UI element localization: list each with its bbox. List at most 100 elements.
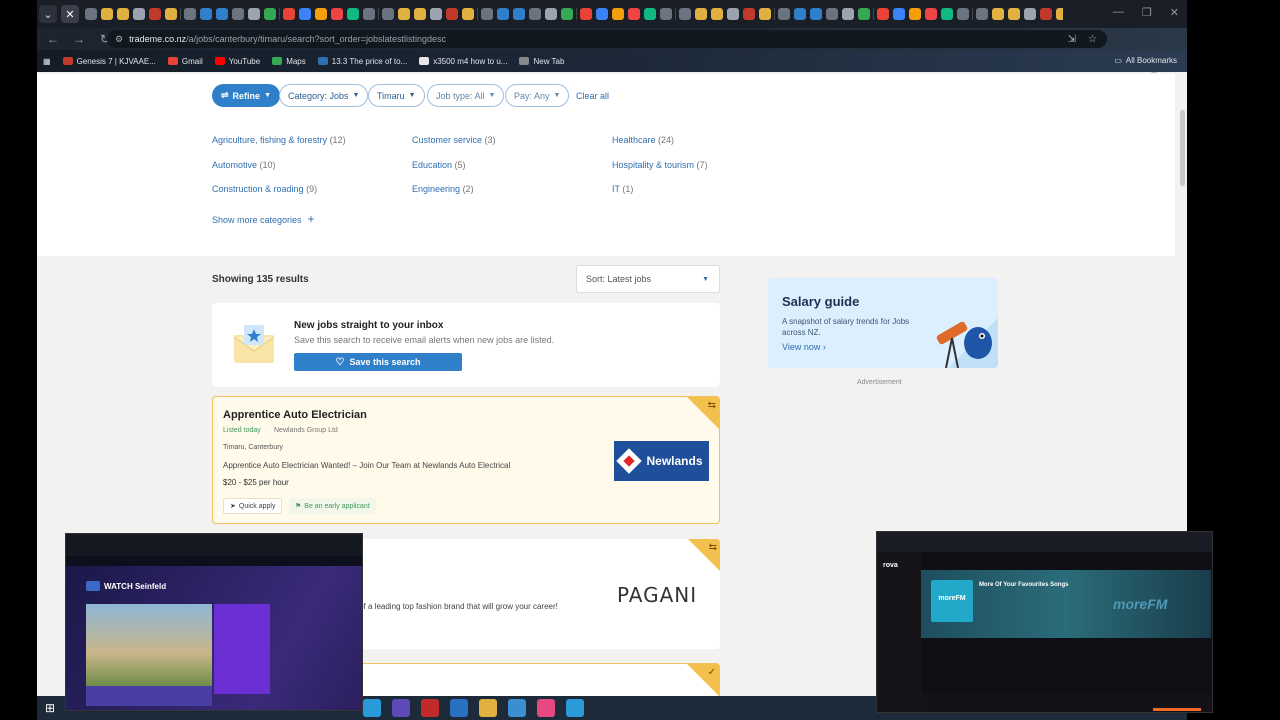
pinned-tab-favicon[interactable] (858, 8, 870, 20)
pinned-tab-favicon[interactable] (216, 8, 228, 20)
pinned-tab-favicon[interactable] (842, 8, 854, 20)
pinned-tab-favicon[interactable] (85, 8, 97, 20)
pinned-tab-favicon[interactable] (481, 8, 493, 20)
pinned-tab-favicon[interactable] (283, 8, 295, 20)
pinned-tab-favicon[interactable] (414, 8, 426, 20)
all-bookmarks[interactable]: ▭ All Bookmarks (1114, 56, 1177, 65)
bookmark-x3500[interactable]: x3500 m4 how to u... (419, 57, 507, 66)
salary-guide-ad[interactable]: Salary guide A snapshot of salary trends… (768, 278, 998, 368)
telegram-icon[interactable] (363, 699, 381, 717)
view-now-link[interactable]: View now › (782, 342, 826, 352)
pinned-tab-favicon[interactable] (299, 8, 311, 20)
pip-episode-strip[interactable] (86, 686, 212, 706)
pinned-tab-favicon[interactable] (679, 8, 691, 20)
pinned-tab-favicon[interactable] (992, 8, 1004, 20)
pinned-tab-favicon[interactable] (101, 8, 113, 20)
pinned-tab-favicon[interactable] (529, 8, 541, 20)
pinned-tab-favicon[interactable] (347, 8, 359, 20)
category-link[interactable]: Hospitality & tourism (7) (612, 160, 708, 170)
pinned-tab-favicon[interactable] (545, 8, 557, 20)
category-link[interactable]: Healthcare (24) (612, 135, 674, 145)
folder-icon[interactable] (479, 699, 497, 717)
pinned-tab-favicon[interactable] (1056, 8, 1063, 20)
pinned-tab-favicon[interactable] (794, 8, 806, 20)
pinned-tab-favicon[interactable] (695, 8, 707, 20)
pinned-tab-favicon[interactable] (133, 8, 145, 20)
pinned-tab-favicon[interactable] (497, 8, 509, 20)
pinned-tab-favicon[interactable] (165, 8, 177, 20)
pinned-tab-favicon[interactable] (826, 8, 838, 20)
bookmark-gmail[interactable]: Gmail (167, 57, 203, 66)
save-search-button[interactable]: ♡ Save this search (294, 353, 462, 371)
pinned-tab-favicon[interactable] (462, 8, 474, 20)
job-type-filter[interactable]: Job type: All ▼ (427, 84, 505, 107)
category-link[interactable]: Customer service (3) (412, 135, 496, 145)
pinned-tab-favicon[interactable] (315, 8, 327, 20)
site-info-icon[interactable]: ⚙ (115, 34, 123, 45)
address-bar[interactable]: ⚙ trademe.co.nz /a/jobs/canterbury/timar… (107, 30, 1107, 48)
pinned-tab-favicon[interactable] (976, 8, 988, 20)
pip-window-left[interactable]: WATCH Seinfeld (65, 533, 363, 711)
pinned-tab-favicon[interactable] (149, 8, 161, 20)
pinned-tab-favicon[interactable] (363, 8, 375, 20)
category-link[interactable]: Engineering (2) (412, 184, 474, 194)
install-icon[interactable]: ⇲ (1068, 34, 1076, 45)
category-filter[interactable]: Category: Jobs ▼ (279, 84, 369, 107)
pip-progress-bar[interactable] (1153, 708, 1201, 711)
pinned-tab-favicon[interactable] (264, 8, 276, 20)
pinned-tab-favicon[interactable] (727, 8, 739, 20)
close-tab-icon[interactable]: ✕ (61, 5, 79, 23)
windows-start-icon[interactable]: ⊞ (45, 701, 55, 715)
pinned-tab-favicon[interactable] (644, 8, 656, 20)
mail-icon[interactable] (450, 699, 468, 717)
pinned-tab-favicon[interactable] (596, 8, 608, 20)
pinned-tab-favicon[interactable] (513, 8, 525, 20)
pinned-tab-favicon[interactable] (660, 8, 672, 20)
pinned-tab-favicon[interactable] (248, 8, 260, 20)
category-link[interactable]: Construction & roading (9) (212, 184, 317, 194)
pinned-tab-favicon[interactable] (810, 8, 822, 20)
category-link[interactable]: Education (5) (412, 160, 466, 170)
bookmark-star-icon[interactable]: ☆ (1088, 34, 1097, 45)
back-icon[interactable]: ← (43, 32, 63, 46)
tab-search-icon[interactable]: ⌄ (39, 5, 57, 23)
apps-icon[interactable]: ▦ (43, 57, 51, 66)
pinned-tab-favicon[interactable] (1040, 8, 1052, 20)
clear-all-link[interactable]: Clear all (576, 91, 609, 101)
refine-button[interactable]: ⇌ Refine ▼ (212, 84, 280, 107)
pinned-tab-favicon[interactable] (759, 8, 771, 20)
maximize-icon[interactable]: ❐ (1142, 6, 1152, 19)
pip-window-right[interactable]: rova moreFM More Of Your Favourites Song… (876, 531, 1213, 713)
app-icon[interactable] (421, 699, 439, 717)
page-scrollbar[interactable] (1180, 110, 1185, 186)
pinned-tab-favicon[interactable] (382, 8, 394, 20)
pinned-tab-favicon[interactable] (628, 8, 640, 20)
pinned-tab-favicon[interactable] (430, 8, 442, 20)
telegram-icon[interactable] (566, 699, 584, 717)
pinned-tab-favicon[interactable] (200, 8, 212, 20)
pinned-tab-favicon[interactable] (184, 8, 196, 20)
pinned-tab-favicon[interactable] (893, 8, 905, 20)
job-title[interactable]: Apprentice Auto Electrician (223, 409, 367, 421)
pinned-tab-favicon[interactable] (580, 8, 592, 20)
bookmark-maps[interactable]: Maps (272, 57, 306, 66)
forward-icon[interactable]: → (69, 32, 89, 46)
category-link[interactable]: Automotive (10) (212, 160, 276, 170)
category-link[interactable]: IT (1) (612, 184, 633, 194)
show-more-categories[interactable]: Show more categories + (212, 212, 315, 226)
pinned-tab-favicon[interactable] (612, 8, 624, 20)
pinned-tab-favicon[interactable] (446, 8, 458, 20)
bookmark-price[interactable]: 13.3 The price of to... (317, 57, 407, 66)
pip-video-thumbnail[interactable] (86, 604, 212, 686)
pinned-tab-favicon[interactable] (1008, 8, 1020, 20)
pinned-tab-favicon[interactable] (561, 8, 573, 20)
pinned-tab-favicon[interactable] (711, 8, 723, 20)
pinned-tab-favicon[interactable] (957, 8, 969, 20)
pinned-tab-favicon[interactable] (398, 8, 410, 20)
pinned-tab-favicon[interactable] (232, 8, 244, 20)
bookmark-new-tab[interactable]: New Tab (519, 57, 564, 66)
pinned-tab-favicon[interactable] (743, 8, 755, 20)
close-window-icon[interactable]: ✕ (1170, 6, 1179, 19)
category-link[interactable]: Agriculture, fishing & forestry (12) (212, 135, 346, 145)
location-filter[interactable]: Timaru ▼ (368, 84, 425, 107)
